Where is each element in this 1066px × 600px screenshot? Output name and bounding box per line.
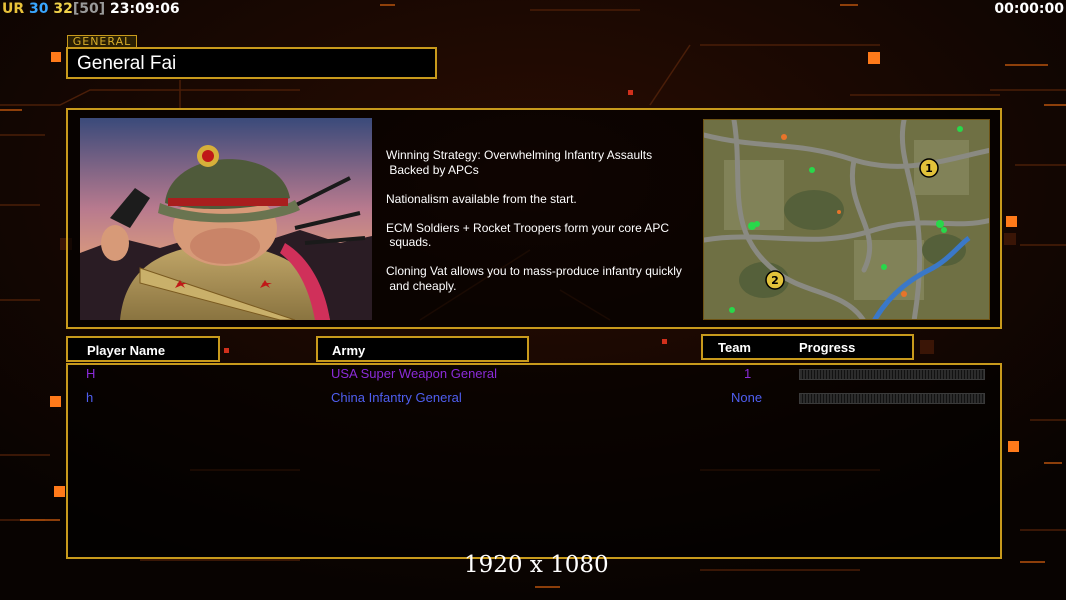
hud-timer: 00:00:00 [994, 1, 1064, 17]
hud-stat-limit: [50] [72, 1, 106, 17]
player-army: USA Super Weapon General [331, 366, 497, 381]
general-portrait [80, 118, 372, 320]
svg-text:1: 1 [925, 162, 933, 175]
svg-text:2: 2 [771, 274, 779, 287]
strategy-line: ECM Soldiers + Rocket Troopers form your… [386, 220, 670, 250]
player-team: 1 [744, 366, 752, 381]
column-player-name-label: Player Name [87, 343, 166, 358]
player-progress-bar [799, 393, 985, 404]
column-progress-label: Progress [799, 340, 856, 355]
strategy-text: Winning Strategy: Overwhelming Infantry … [386, 148, 702, 308]
player-progress-bar [799, 369, 985, 380]
player-row[interactable]: h China Infantry General None [0, 390, 1066, 410]
general-name-box: General Fai [66, 47, 437, 79]
resolution-watermark: 1920 x 1080 [464, 552, 609, 578]
start-position-1[interactable]: 1 [919, 158, 939, 178]
general-name: General Fai [77, 53, 177, 74]
player-row[interactable]: H USA Super Weapon General 1 [0, 366, 1066, 386]
hud-stat-fps: 30 [24, 1, 49, 17]
player-team: None [731, 390, 763, 405]
strategy-line: Winning Strategy: Overwhelming Infantry … [386, 148, 653, 177]
map-preview[interactable]: 1 2 [703, 119, 990, 320]
strategy-line: Nationalism available from the start. [386, 191, 577, 206]
hud-stats: UR 30 32[50] 23:09:06 [2, 1, 180, 17]
player-name: H [86, 366, 96, 381]
column-header-team-progress: Team Progress [701, 334, 914, 360]
player-name: h [86, 390, 94, 405]
strategy-line: Cloning Vat allows you to mass-produce i… [386, 264, 682, 293]
player-army: China Infantry General [331, 390, 462, 405]
hud-stat-logic: 32 [48, 1, 73, 17]
column-team-label: Team [718, 340, 751, 355]
column-header-army: Army [316, 336, 529, 362]
column-header-player-name: Player Name [66, 336, 220, 362]
hud-clock: 23:09:06 [105, 1, 180, 17]
start-position-2[interactable]: 2 [765, 270, 785, 290]
column-army-label: Army [332, 343, 366, 358]
hud-stat-ur: UR [2, 1, 25, 17]
